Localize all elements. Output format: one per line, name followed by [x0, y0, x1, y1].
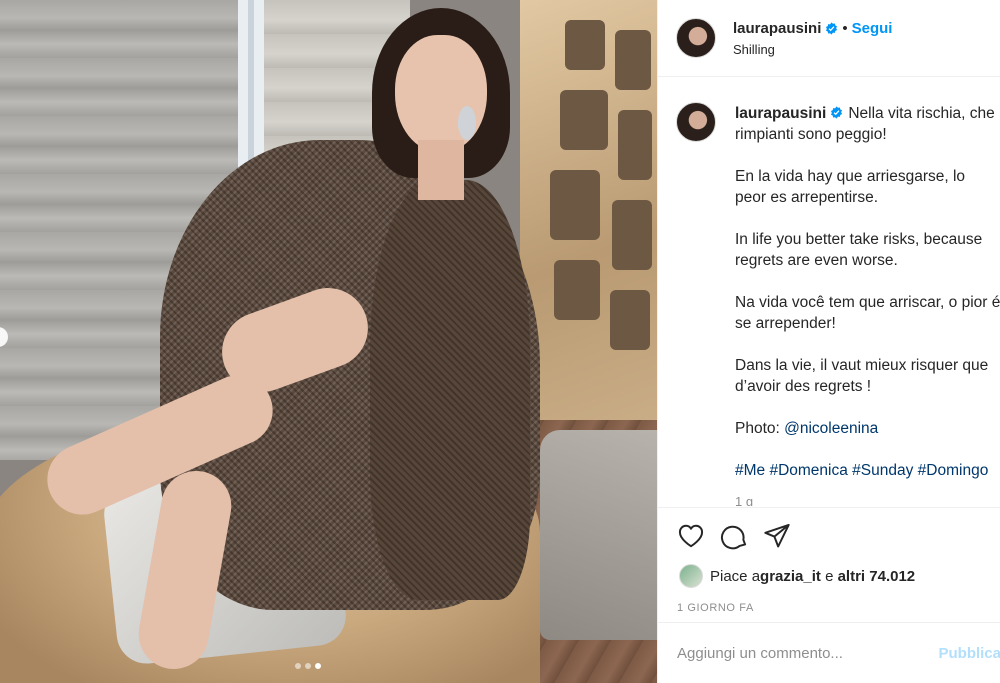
comment-icon[interactable]	[720, 522, 748, 550]
share-icon[interactable]	[763, 522, 791, 550]
follow-button[interactable]: Segui	[852, 20, 893, 37]
likes-others[interactable]: altri 74.012	[838, 568, 916, 585]
caption-username[interactable]: laurapausini	[735, 105, 826, 122]
caption-meta: 1 g	[735, 494, 754, 506]
post-side-panel: laurapausini • Segui Shilling laurapausi…	[657, 0, 1000, 683]
shelf-cell	[565, 20, 605, 70]
shelf-cell	[615, 30, 651, 90]
caption-photo-credit: Photo: @nicoleenina	[735, 418, 1000, 439]
carousel-dot	[305, 663, 311, 669]
photo-stone	[540, 430, 657, 640]
comment-form: Pubblica	[658, 622, 1000, 683]
verified-badge-icon	[826, 21, 838, 35]
photo-credit-link[interactable]: @nicoleenina	[784, 420, 878, 437]
caption-text-es: En la vida hay que arriesgarse, lo peor …	[735, 168, 966, 206]
photo-earring	[458, 106, 476, 140]
likes-user[interactable]: grazia_it	[760, 568, 821, 585]
carousel-dots	[295, 663, 321, 669]
likes-prefix: Piace a	[710, 567, 761, 585]
caption-text-pt: Na vida você tem que arriscar, o pior é …	[735, 294, 1000, 332]
header-separator: •	[842, 19, 848, 37]
carousel-dot	[315, 663, 321, 669]
header-username[interactable]: laurapausini	[733, 20, 821, 37]
carousel-dot	[295, 663, 301, 669]
caption-first-paragraph: laurapausini Nella vita rischia, che i ri…	[735, 103, 1000, 145]
caption: laurapausini Nella vita rischia, che i ri…	[735, 103, 1000, 506]
post-photo[interactable]	[0, 0, 657, 683]
caption-avatar[interactable]	[676, 102, 716, 142]
likes-row: Piace a grazia_it e altri 74.012	[658, 550, 1000, 588]
comment-input[interactable]	[677, 645, 927, 662]
publish-button[interactable]: Pubblica	[938, 645, 1000, 662]
shelf-cell	[560, 90, 608, 150]
caption-text-fr: Dans la vie, il vaut mieux risquer que d…	[735, 357, 989, 395]
shelf-cell	[554, 260, 600, 320]
shelf-cell	[550, 170, 600, 240]
location-link[interactable]: Shilling	[733, 42, 892, 57]
photo-neck	[418, 140, 464, 200]
likes-middle: e	[820, 567, 838, 585]
post-actions: Piace a grazia_it e altri 74.012 1 giorn…	[658, 507, 1000, 683]
photo-coat-sleeve	[370, 180, 530, 600]
verified-badge-icon	[831, 106, 843, 119]
post-timestamp[interactable]: 1 giorno fa	[658, 588, 1000, 614]
shelf-cell	[618, 110, 652, 180]
caption-area[interactable]: laurapausini Nella vita rischia, che i ri…	[658, 78, 1000, 506]
photo-credit-prefix: Photo:	[735, 420, 785, 437]
shelf-cell	[612, 200, 652, 270]
caption-hashtags[interactable]: #Me #Domenica #Sunday #Domingo	[735, 460, 1000, 481]
avatar[interactable]	[676, 18, 716, 58]
post-header: laurapausini • Segui Shilling	[658, 0, 1000, 77]
shelf-cell	[610, 290, 650, 350]
liker-avatar[interactable]	[679, 564, 703, 588]
caption-text-en: In life you better take risks, because r…	[735, 231, 983, 269]
photo-wood-shelf	[520, 0, 657, 420]
heart-icon[interactable]	[677, 522, 705, 550]
